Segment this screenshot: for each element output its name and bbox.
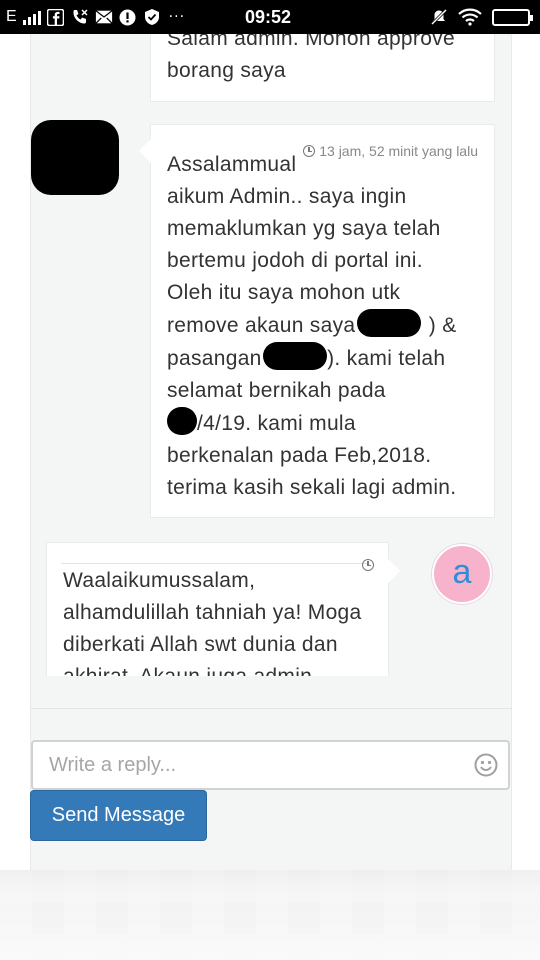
redacted-text: [167, 407, 197, 435]
send-message-button[interactable]: Send Message: [30, 790, 207, 841]
more-notifications-icon: ···: [168, 9, 186, 25]
battery-icon: [492, 8, 533, 26]
carrier-label: E: [6, 8, 17, 25]
message-bubble: 13 jam, 52 minit yang lalu Assalammual a…: [139, 124, 495, 518]
page-background: [0, 870, 540, 960]
message-divider: [61, 563, 367, 564]
shield-icon: [143, 8, 161, 26]
message-text: Salam admin. Mohon approve borang saya: [167, 34, 455, 82]
reply-field[interactable]: [31, 740, 510, 790]
message-bubble: Waalaikumussalam, alhamdulillah tahniah …: [46, 542, 400, 676]
status-bar-left: E ···: [6, 0, 185, 34]
signal-icon: [22, 9, 41, 25]
redacted-text: [356, 309, 421, 337]
message-bubble: Salam admin. Mohon approve borang saya: [150, 34, 495, 102]
clock-time: 09:52: [245, 7, 292, 27]
message-text: Assalammual aikum Admin.. saya ingin mem…: [167, 153, 457, 499]
mail-icon: [95, 8, 113, 26]
chat-page: Salam admin. Mohon approve borang saya 1…: [0, 34, 540, 874]
facebook-icon: [47, 8, 65, 26]
chat-messages[interactable]: Salam admin. Mohon approve borang saya 1…: [30, 34, 512, 676]
status-bar: E ··· 09:52: [0, 0, 540, 34]
status-bar-right: [430, 0, 533, 34]
avatar-letter: a: [452, 553, 472, 591]
admin-avatar: a: [432, 544, 492, 604]
reply-input[interactable]: [49, 752, 469, 778]
mute-icon: [430, 8, 448, 26]
emoji-icon[interactable]: [474, 753, 498, 777]
phone-icon: [71, 8, 89, 26]
user-avatar: [31, 120, 119, 195]
alert-icon: [119, 8, 137, 26]
wifi-icon: [458, 8, 482, 26]
message-text: Waalaikumussalam, alhamdulillah tahniah …: [63, 569, 362, 676]
composer-divider: [30, 708, 512, 709]
redacted-text: [263, 342, 328, 370]
